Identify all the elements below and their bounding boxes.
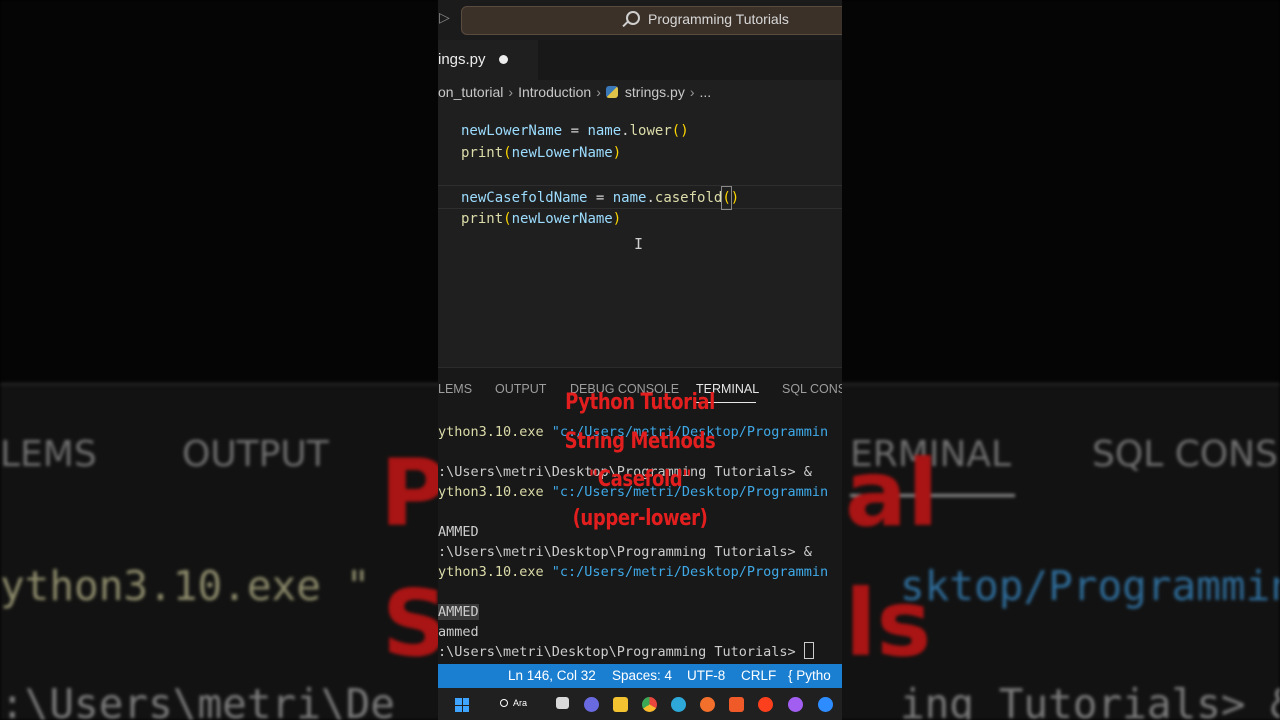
background-terminal-prompt-end: ing Tutorials> &	[900, 680, 1280, 720]
breadcrumb-file[interactable]: strings.py	[625, 84, 685, 100]
background-overlay-ls: ls	[845, 570, 932, 677]
code-token: name	[587, 123, 622, 139]
chevron-right-icon: ›	[508, 84, 514, 100]
file-explorer-icon[interactable]	[613, 697, 628, 712]
terminal-line: ammed	[438, 622, 828, 642]
code-token: newLowerName	[511, 211, 613, 227]
background-tab-sql: SQL CONS	[1092, 434, 1278, 475]
code-token: newLowerName	[461, 123, 563, 139]
terminal-line: :\Users\metri\Desktop\Programming Tutori…	[438, 642, 828, 662]
background-overlay-al: al	[845, 440, 939, 547]
title-bar: ▷ Programming Tutorials	[438, 0, 842, 40]
background-tab-problems: LEMS	[0, 434, 97, 475]
firefox-icon[interactable]	[700, 697, 715, 712]
code-token: newLowerName	[511, 145, 613, 161]
chevron-right-icon: ›	[596, 84, 601, 100]
caption-line: (upper-lower)	[572, 505, 708, 531]
terminal-line: AMMED	[438, 602, 828, 622]
code-line[interactable]: print(newLowerName)	[461, 142, 739, 164]
code-token: (	[503, 211, 512, 227]
breadcrumb-introduction[interactable]: Introduction	[518, 84, 591, 100]
code-line[interactable]: newCasefoldName = name.casefold()	[461, 186, 740, 210]
background-terminal-path: sktop/Programmin	[900, 562, 1280, 610]
text-cursor-icon: I	[634, 235, 644, 253]
status-indentation[interactable]: Spaces: 4	[612, 668, 672, 683]
status-cursor-position[interactable]: Ln 146, Col 32	[508, 668, 596, 683]
code-token: =	[587, 190, 613, 206]
task-view-icon[interactable]	[556, 697, 569, 709]
chrome-icon[interactable]	[642, 697, 657, 712]
zoom-icon[interactable]	[818, 697, 833, 712]
code-token: lower	[629, 123, 672, 139]
terminal-text: AMMED	[438, 524, 479, 540]
breadcrumb-folder[interactable]: on_tutorial	[438, 84, 503, 100]
windows-taskbar: Ara	[438, 688, 842, 720]
breadcrumb: on_tutorial › Introduction › strings.py ›...	[438, 84, 711, 100]
terminal-text: ython3.10.exe	[438, 564, 552, 580]
tab-problems[interactable]: LEMS	[438, 382, 472, 396]
status-bar: Ln 146, Col 32 Spaces: 4 UTF-8 CRLF { Py…	[438, 664, 842, 688]
code-token: )	[730, 190, 740, 206]
terminal-text: :\Users\metri\Desktop\Programming Tutori…	[438, 544, 812, 560]
video-caption-overlay: Python Tutorial String Methods "Casefold" (…	[474, 384, 805, 538]
search-icon	[500, 699, 508, 707]
python-file-icon	[605, 86, 618, 98]
code-token: ()	[671, 123, 689, 139]
yandex-icon[interactable]	[758, 697, 773, 712]
terminal-text: AMMED	[438, 604, 479, 620]
status-encoding[interactable]: UTF-8	[687, 668, 725, 683]
code-line[interactable]: newLowerName = name.lower()	[461, 120, 739, 142]
code-editor[interactable]: newLowerName = name.lower() print(newLowe…	[461, 120, 739, 230]
background-terminal-prompt: :\Users\metri\De	[0, 680, 395, 720]
terminal-cursor	[803, 642, 814, 659]
code-line[interactable]	[461, 164, 739, 186]
code-token: (	[503, 145, 512, 161]
status-line-ending[interactable]: CRLF	[741, 668, 776, 683]
caption-line: "Casefold"	[588, 467, 692, 492]
vscode-window: ▷ Programming Tutorials ings.py on_tutor…	[438, 0, 842, 720]
code-token: )	[612, 145, 622, 161]
code-token: print	[461, 145, 504, 161]
terminal-line: ython3.10.exe "c:/Users/metri/Desktop/Pr…	[438, 562, 828, 582]
terminal-line: :\Users\metri\Desktop\Programming Tutori…	[438, 542, 828, 562]
chat-icon[interactable]	[584, 697, 599, 712]
search-icon	[626, 11, 640, 25]
breadcrumb-more[interactable]: ...	[700, 84, 712, 100]
code-token: .	[621, 123, 630, 139]
taskbar-search-label: Ara	[513, 698, 528, 708]
background-tab-output: OUTPUT	[182, 434, 329, 475]
caption-line: Python Tutorial	[565, 390, 715, 415]
terminal-text: ammed	[438, 624, 479, 640]
code-token: .	[646, 190, 655, 206]
editor-tab-label: ings.py	[438, 51, 486, 68]
code-line[interactable]: print(newLowerName)	[461, 208, 739, 230]
terminal-text: "c:/Users/metri/Desktop/Programmin	[551, 564, 829, 580]
edge-icon[interactable]	[671, 697, 686, 712]
chevron-right-icon: ›	[689, 84, 695, 100]
command-center-label: Programming Tutorials	[648, 11, 789, 27]
background-terminal-line: ython3.10.exe "	[0, 562, 371, 610]
terminal-text: :\Users\metri\Desktop\Programming Tutori…	[438, 644, 804, 660]
code-token: print	[461, 211, 504, 227]
windows-start-icon[interactable]	[455, 698, 469, 712]
code-token: name	[612, 190, 647, 206]
brave-icon[interactable]	[729, 697, 744, 712]
taskbar-search[interactable]: Ara	[497, 695, 531, 713]
caption-line: String Methods	[564, 428, 716, 454]
unsaved-dot-icon[interactable]	[499, 55, 508, 64]
code-token: casefold	[654, 190, 723, 206]
code-token: )	[612, 211, 622, 227]
forward-arrow-icon[interactable]: ▷	[439, 10, 450, 26]
purple-app-icon[interactable]	[788, 697, 803, 712]
code-token: newCasefoldName	[461, 190, 588, 206]
status-language-mode[interactable]: { Pytho	[788, 668, 831, 683]
code-token: =	[562, 123, 588, 139]
